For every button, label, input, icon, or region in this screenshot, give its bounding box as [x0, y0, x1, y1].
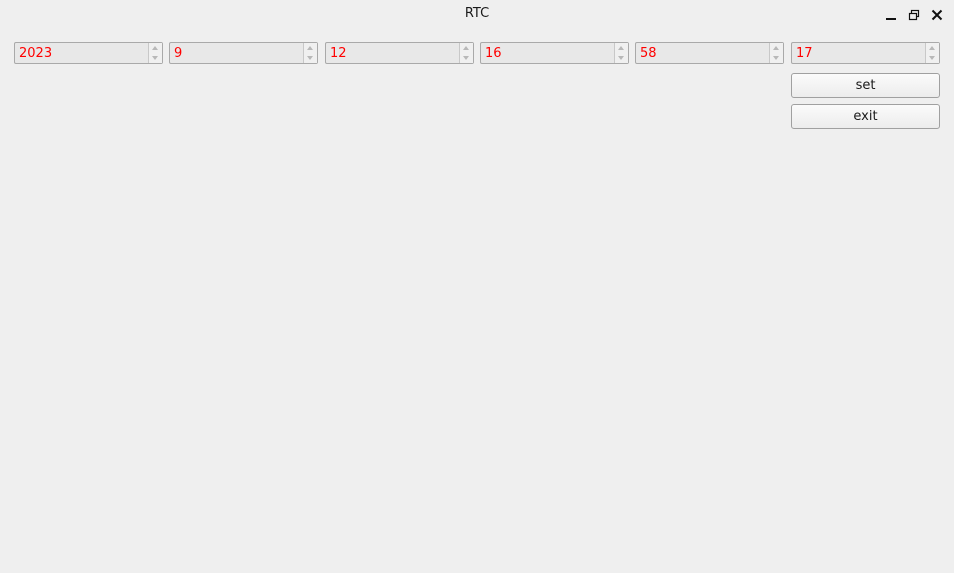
month-stepper[interactable]: [303, 43, 317, 63]
close-button[interactable]: [929, 7, 945, 23]
year-up-arrow-icon[interactable]: [152, 46, 158, 50]
maximize-button[interactable]: [906, 7, 922, 23]
minimize-button[interactable]: [883, 7, 899, 23]
hour-value: 16: [485, 46, 502, 61]
second-spinbox[interactable]: 17: [791, 42, 940, 64]
hour-stepper[interactable]: [614, 43, 628, 63]
maximize-icon: [908, 9, 920, 21]
minute-stepper[interactable]: [769, 43, 783, 63]
day-up-arrow-icon[interactable]: [463, 46, 469, 50]
close-icon: [931, 9, 943, 21]
year-stepper[interactable]: [148, 43, 162, 63]
year-value: 2023: [19, 46, 53, 61]
hour-spinbox[interactable]: 16: [480, 42, 629, 64]
exit-button[interactable]: exit: [791, 104, 940, 129]
day-down-arrow-icon[interactable]: [463, 56, 469, 60]
minute-down-arrow-icon[interactable]: [773, 56, 779, 60]
second-down-arrow-icon[interactable]: [929, 56, 935, 60]
second-stepper[interactable]: [925, 43, 939, 63]
day-stepper[interactable]: [459, 43, 473, 63]
day-spinbox[interactable]: 12: [325, 42, 474, 64]
set-button[interactable]: set: [791, 73, 940, 98]
month-value: 9: [174, 46, 183, 61]
second-up-arrow-icon[interactable]: [929, 46, 935, 50]
year-spinbox[interactable]: 2023: [14, 42, 163, 64]
minute-spinbox[interactable]: 58: [635, 42, 784, 64]
month-up-arrow-icon[interactable]: [307, 46, 313, 50]
title-bar[interactable]: RTC: [0, 0, 954, 32]
window-title: RTC: [464, 6, 490, 21]
month-down-arrow-icon[interactable]: [307, 56, 313, 60]
hour-down-arrow-icon[interactable]: [618, 56, 624, 60]
hour-up-arrow-icon[interactable]: [618, 46, 624, 50]
month-spinbox[interactable]: 9: [169, 42, 318, 64]
minute-value: 58: [640, 46, 657, 61]
minute-up-arrow-icon[interactable]: [773, 46, 779, 50]
minimize-icon: [885, 9, 897, 21]
second-value: 17: [796, 46, 813, 61]
year-down-arrow-icon[interactable]: [152, 56, 158, 60]
day-value: 12: [330, 46, 347, 61]
rtc-window: RTC 2023 9 12 16 58 17 set exit: [0, 0, 954, 573]
